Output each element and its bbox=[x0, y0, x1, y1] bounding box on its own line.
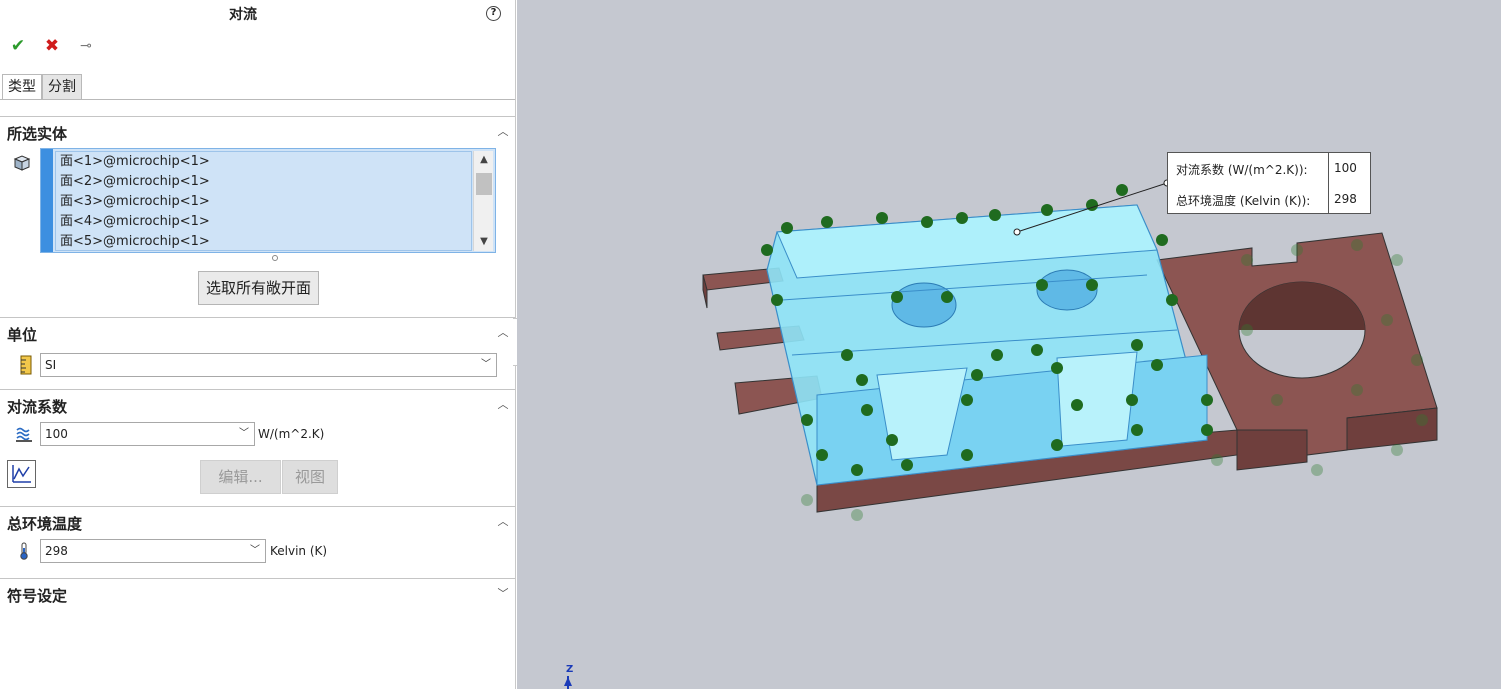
list-item[interactable]: 面<1>@microchip<1> bbox=[56, 152, 471, 172]
view-button[interactable]: 视图 bbox=[282, 460, 338, 494]
section-divider bbox=[0, 116, 515, 117]
time-curve-button[interactable] bbox=[7, 460, 36, 488]
scroll-thumb[interactable] bbox=[476, 173, 492, 195]
callout-value: 298 bbox=[1334, 192, 1357, 206]
thermometer-icon bbox=[20, 542, 28, 560]
chevron-down-icon: ﹀ bbox=[239, 428, 249, 439]
faces-list[interactable]: 面<1>@microchip<1> 面<2>@microchip<1> 面<3>… bbox=[55, 151, 472, 251]
units-header: 单位 bbox=[7, 326, 38, 344]
units-select[interactable]: SI ﹀ bbox=[40, 353, 497, 377]
list-item[interactable]: 面<5>@microchip<1> bbox=[56, 232, 471, 252]
chevron-down-icon: ﹀ bbox=[481, 359, 491, 370]
tab-divider bbox=[0, 99, 515, 100]
panel-title: 对流 bbox=[229, 7, 257, 23]
scroll-down-icon[interactable]: ▼ bbox=[474, 233, 494, 251]
list-item[interactable]: 面<2>@microchip<1> bbox=[56, 172, 471, 192]
ambient-temperature-input[interactable]: 298 ﹀ bbox=[40, 539, 266, 563]
app-window: 对流 ? ✔ ✖ ⊸ 类型 分割 所选实体 ︿ 面<1>@microchip<1… bbox=[0, 0, 1501, 689]
callout-key: 总环境温度 (Kelvin (K)): bbox=[1176, 194, 1311, 208]
action-row: ✔ ✖ ⊸ bbox=[8, 36, 96, 56]
selected-faces-listbox[interactable]: 面<1>@microchip<1> 面<2>@microchip<1> 面<3>… bbox=[40, 148, 496, 253]
selected-entities-header: 所选实体 bbox=[7, 125, 68, 143]
axis-triad bbox=[564, 676, 572, 689]
property-manager-panel: 对流 ? ✔ ✖ ⊸ 类型 分割 所选实体 ︿ 面<1>@microchip<1… bbox=[0, 0, 516, 689]
ambient-temperature-value: 298 bbox=[45, 544, 68, 558]
tab-split[interactable]: 分割 bbox=[42, 74, 82, 99]
ambient-unit-label: Kelvin (K) bbox=[270, 544, 328, 558]
chevron-down-icon: ﹀ bbox=[250, 545, 260, 556]
z-axis-label: Z bbox=[566, 664, 574, 675]
convection-header: 对流系数 bbox=[7, 398, 68, 416]
scroll-up-icon[interactable]: ▲ bbox=[474, 151, 494, 169]
model-view[interactable] bbox=[517, 0, 1501, 689]
edit-button[interactable]: 编辑... bbox=[200, 460, 281, 494]
chevron-up-icon[interactable]: ︿ bbox=[496, 398, 510, 412]
pin-icon[interactable]: ⊸ bbox=[76, 36, 96, 56]
section-divider bbox=[0, 506, 515, 507]
help-icon[interactable]: ? bbox=[486, 6, 501, 21]
cancel-x-icon[interactable]: ✖ bbox=[42, 36, 62, 56]
section-divider bbox=[0, 317, 515, 318]
ambient-temperature-header: 总环境温度 bbox=[7, 515, 83, 533]
ruler-icon bbox=[20, 355, 32, 375]
graph-icon bbox=[12, 465, 31, 483]
chevron-up-icon[interactable]: ︿ bbox=[496, 326, 510, 340]
callout-value: 100 bbox=[1334, 161, 1357, 175]
list-item[interactable]: 面<4>@microchip<1> bbox=[56, 212, 471, 232]
list-scrollbar[interactable]: ▲ ▼ bbox=[473, 151, 493, 251]
convection-unit-label: W/(m^2.K) bbox=[258, 427, 325, 441]
list-item[interactable]: 面<3>@microchip<1> bbox=[56, 192, 471, 212]
chevron-up-icon[interactable]: ︿ bbox=[496, 515, 510, 529]
face-selection-icon bbox=[13, 155, 31, 171]
callout-anchor bbox=[1013, 228, 1021, 236]
select-all-open-faces-button[interactable]: 选取所有敞开面 bbox=[198, 271, 319, 305]
convection-value: 100 bbox=[45, 427, 68, 441]
callout-key: 对流系数 (W/(m^2.K)): bbox=[1176, 163, 1308, 177]
convection-coefficient-input[interactable]: 100 ﹀ bbox=[40, 422, 255, 446]
active-selection-strip bbox=[41, 149, 53, 252]
symbol-settings-header: 符号设定 bbox=[7, 587, 68, 605]
graphics-viewport[interactable]: 对流系数 (W/(m^2.K)): 100 总环境温度 (Kelvin (K))… bbox=[517, 0, 1501, 689]
convection-icon bbox=[16, 427, 32, 442]
callout-row: 总环境温度 (Kelvin (K)): 298 bbox=[1168, 184, 1372, 215]
units-value: SI bbox=[45, 358, 57, 372]
chevron-up-icon[interactable]: ︿ bbox=[496, 125, 510, 139]
list-resize-handle[interactable] bbox=[272, 255, 278, 261]
section-divider bbox=[0, 578, 515, 579]
tab-type[interactable]: 类型 bbox=[2, 74, 42, 99]
chevron-down-icon[interactable]: ﹀ bbox=[496, 587, 510, 601]
callout-row: 对流系数 (W/(m^2.K)): 100 bbox=[1168, 153, 1372, 184]
tab-bar: 类型 分割 bbox=[2, 74, 82, 99]
convection-callout[interactable]: 对流系数 (W/(m^2.K)): 100 总环境温度 (Kelvin (K))… bbox=[1167, 152, 1371, 214]
ok-check-icon[interactable]: ✔ bbox=[8, 36, 28, 56]
section-divider bbox=[0, 389, 515, 390]
